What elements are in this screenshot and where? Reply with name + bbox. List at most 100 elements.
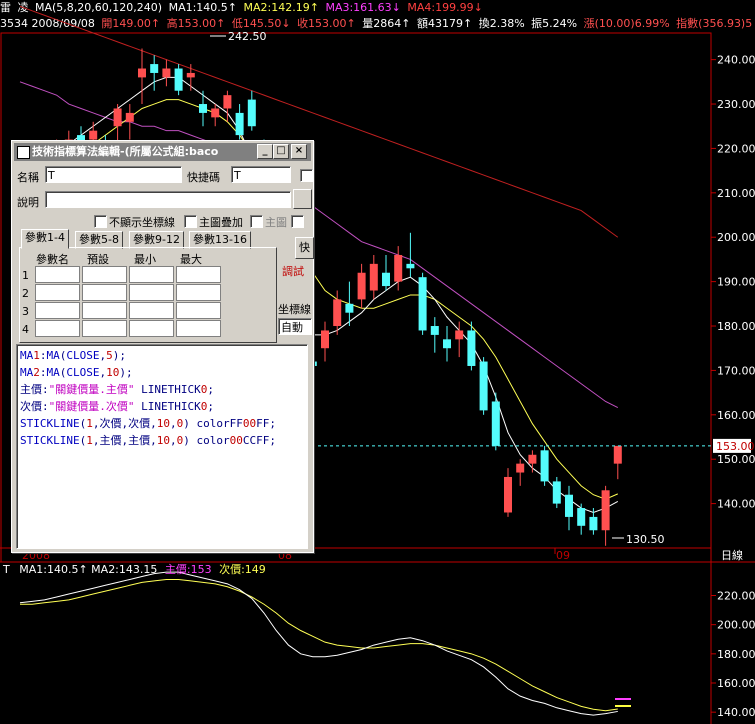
candle-body [345, 303, 354, 313]
candle-body [113, 108, 122, 127]
candle-body [601, 490, 610, 531]
debug-label[interactable]: 調試 [282, 263, 304, 279]
candle-body [552, 481, 561, 504]
indicator-tick-label: 140.00 [717, 706, 755, 719]
formula-editor-dialog[interactable]: 技術指標算法編輯-(所屬公式組:baco _ □ × 名稱 T 快捷碼 T 說明… [11, 140, 314, 553]
candle [382, 254, 390, 291]
candle-body [382, 272, 390, 287]
candle-body [321, 330, 329, 349]
param-cell[interactable] [82, 302, 127, 319]
candle-body [479, 361, 488, 411]
price-tick-label: 170.00 [717, 364, 755, 377]
candle-body [174, 68, 183, 91]
price-tick-label: 200.00 [717, 231, 755, 244]
param-row-4: 4 [22, 323, 29, 336]
indicator-main-price: 主價:153 [164, 563, 212, 576]
param-cell[interactable] [129, 320, 174, 337]
candle-body [565, 494, 573, 517]
candle [418, 272, 427, 335]
indicator-ma1-line [19, 571, 618, 716]
indicator-ma2-line [20, 578, 618, 712]
main-graph-checkbox[interactable] [250, 215, 263, 228]
hotkey-field[interactable]: T [231, 166, 291, 183]
main-overlay-label: 主圖疊加 [199, 216, 243, 229]
close-button[interactable]: × [291, 144, 307, 159]
candle [577, 503, 586, 535]
description-label: 說明 [17, 196, 39, 209]
candle [430, 317, 439, 353]
candle-body [333, 299, 342, 327]
hotkey-label: 快捷碼 [187, 171, 220, 184]
candle-body [418, 277, 427, 331]
param-cell[interactable] [35, 302, 80, 319]
candle-body [125, 112, 134, 122]
indicator-tick-label: 160.00 [717, 677, 755, 690]
no-axis-label: 不顯示坐標線 [109, 216, 175, 229]
param-cell[interactable] [129, 302, 174, 319]
period-label[interactable]: 日線 [721, 548, 743, 562]
indicator-ma2: MA2:143.15 [91, 563, 158, 576]
candle [357, 263, 366, 309]
description-side-button[interactable] [293, 189, 312, 209]
candle-body [357, 272, 366, 300]
price-tick-label: 190.00 [717, 276, 755, 289]
candle [321, 321, 329, 362]
candle-body [199, 104, 207, 113]
candle-body [406, 263, 415, 269]
description-field[interactable] [45, 191, 291, 208]
candle [150, 55, 159, 91]
tab-params-1-4[interactable]: 參數1-4 [21, 229, 69, 249]
main-overlay-checkbox[interactable] [184, 215, 197, 228]
candle [138, 48, 146, 105]
candle-body [467, 330, 476, 366]
candle [528, 450, 537, 473]
param-cell[interactable] [176, 320, 221, 337]
candle [504, 468, 512, 517]
param-cell[interactable] [82, 284, 127, 301]
code-line: STICKLINE(1,主價,主價,10,0) color00CCFF; [20, 434, 276, 447]
param-row-2: 2 [22, 287, 29, 300]
name-label: 名稱 [17, 171, 39, 184]
candle-body [138, 68, 146, 78]
candle [211, 104, 220, 127]
code-line: 主價:"關鍵價量.主價" LINETHICK0; [20, 383, 214, 396]
minimize-button[interactable]: _ [257, 144, 273, 159]
candle-body [223, 95, 232, 109]
formula-code-editor[interactable]: MA1:MA(CLOSE,5); MA2:MA(CLOSE,10); 主價:"關鍵價… [16, 344, 308, 549]
hotkey-checkbox[interactable] [300, 169, 313, 182]
param-cell[interactable] [35, 320, 80, 337]
no-axis-checkbox[interactable] [94, 215, 107, 228]
price-tick-label: 180.00 [717, 320, 755, 333]
param-cell[interactable] [35, 284, 80, 301]
candle-body [369, 263, 378, 291]
indicator-lines [19, 571, 618, 716]
param-header-min: 最小 [134, 253, 156, 266]
candle [479, 357, 488, 415]
param-cell[interactable] [176, 284, 221, 301]
param-cell[interactable] [35, 266, 80, 283]
low-marker-label: 130.50 [626, 533, 665, 546]
app-icon [17, 146, 30, 159]
extra-checkbox[interactable] [291, 215, 304, 228]
candle [369, 254, 378, 300]
candle-body [211, 108, 220, 118]
param-cell[interactable] [82, 320, 127, 337]
candle-body [577, 508, 586, 526]
name-field[interactable]: T [45, 166, 182, 183]
candle [125, 104, 134, 140]
maximize-button[interactable]: □ [273, 144, 289, 159]
candle [613, 445, 622, 480]
param-cell[interactable] [129, 284, 174, 301]
candle-body [516, 463, 525, 473]
param-cell[interactable] [129, 266, 174, 283]
param-header-name: 參數名 [36, 253, 69, 266]
candle [443, 326, 451, 362]
param-cell[interactable] [176, 302, 221, 319]
quick-button[interactable]: 快 [295, 237, 314, 259]
param-cell[interactable] [82, 266, 127, 283]
axis-select[interactable]: 自動 [278, 318, 312, 335]
candle-body [540, 450, 549, 482]
code-line: MA1:MA(CLOSE,5); [20, 349, 126, 362]
high-marker-label: 242.50 [228, 30, 267, 43]
param-cell[interactable] [176, 266, 221, 283]
